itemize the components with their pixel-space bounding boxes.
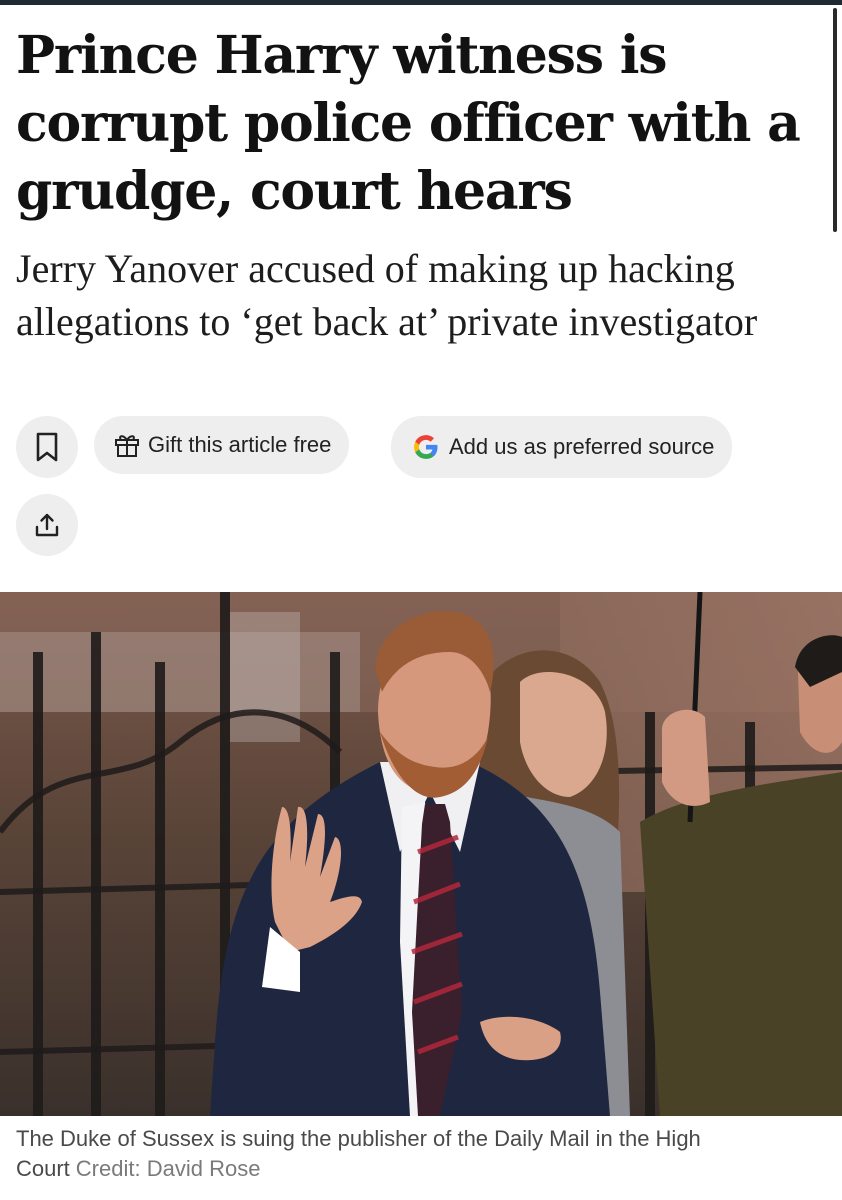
- top-border: [0, 0, 842, 5]
- bookmark-icon: [36, 432, 58, 462]
- gift-icon: [115, 435, 139, 457]
- article-photo[interactable]: [0, 592, 842, 1116]
- article-standfirst: Jerry Yanover accused of making up hacki…: [16, 246, 758, 344]
- share-button[interactable]: [16, 494, 78, 556]
- gift-article-label: Gift this article free: [148, 432, 332, 457]
- scrollbar[interactable]: [833, 8, 837, 232]
- article-photo-illustration: [0, 592, 842, 1116]
- bookmark-button[interactable]: [16, 416, 78, 478]
- preferred-source-label: Add us as preferred source: [449, 434, 715, 459]
- photo-caption: The Duke of Sussex is suing the publishe…: [16, 1124, 816, 1184]
- share-icon: [35, 513, 59, 537]
- photo-credit: Credit: David Rose: [75, 1156, 261, 1181]
- gift-article-button[interactable]: Gift this article free: [94, 416, 350, 474]
- article-headline: Prince Harry witness is corrupt police o…: [16, 25, 801, 222]
- preferred-source-button[interactable]: Add us as preferred source: [391, 416, 733, 478]
- google-g-icon: [414, 435, 438, 459]
